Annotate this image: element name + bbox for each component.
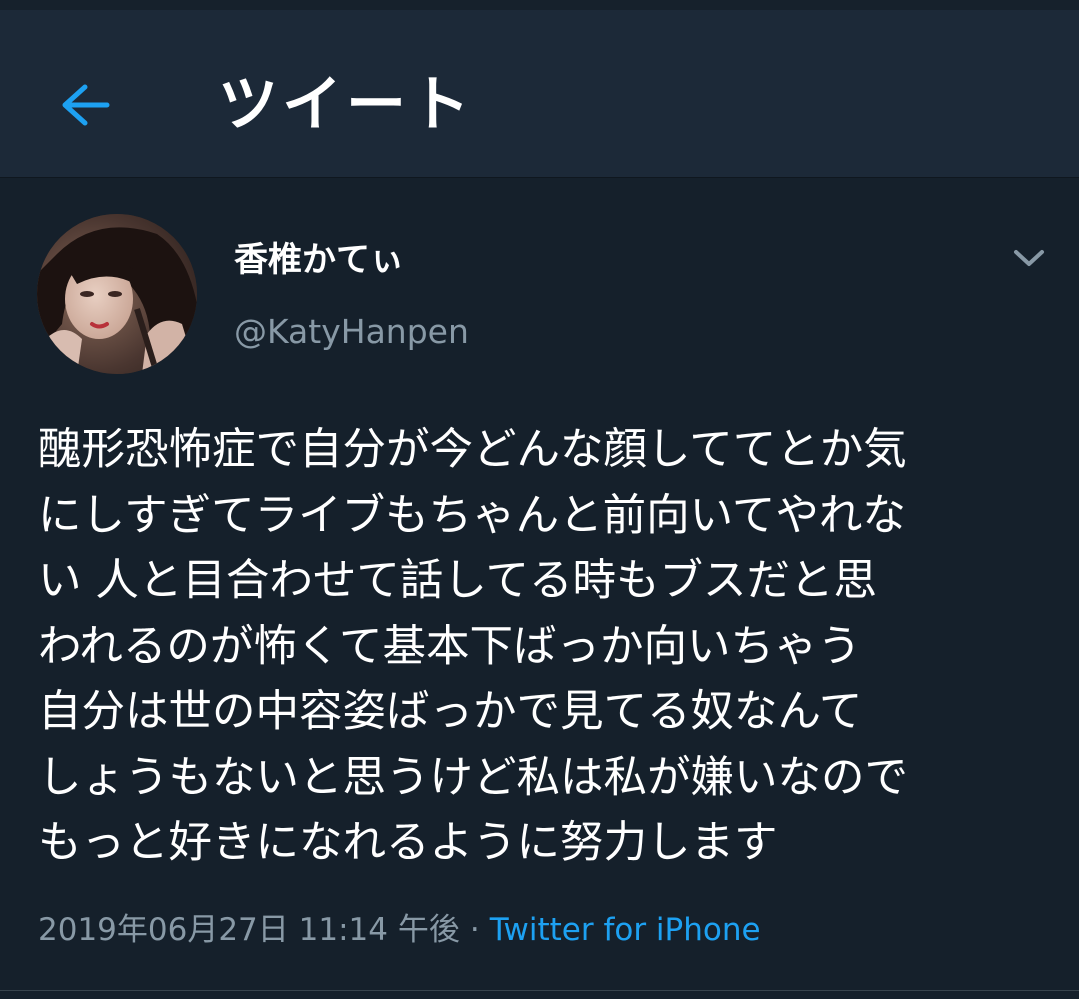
source-link[interactable]: Twitter for iPhone — [490, 912, 761, 948]
page-title: ツイート — [218, 70, 474, 140]
avatar[interactable] — [37, 214, 197, 374]
tweet-text: 醜形恐怖症で自分が今どんな顔しててとか気 にしすぎてライブもちゃんと前向いてやれ… — [38, 425, 908, 868]
timestamp[interactable]: 2019年06月27日 11:14 午後 — [38, 912, 460, 948]
top-app-bar: ツイート — [0, 0, 1079, 178]
arrow-left-icon — [62, 84, 110, 126]
user-handle[interactable]: @KatyHanpen — [234, 310, 469, 354]
display-name[interactable]: 香椎かてぃ — [234, 238, 404, 282]
divider — [0, 990, 1079, 991]
chevron-down-icon — [1014, 250, 1044, 266]
tweet-meta: 2019年06月27日 11:14 午後 · Twitter for iPhone — [38, 908, 761, 952]
profile-photo — [37, 214, 197, 374]
back-button[interactable] — [50, 70, 120, 140]
meta-separator: · — [469, 912, 480, 948]
tweet-menu-button[interactable] — [1006, 238, 1052, 278]
tweet-detail-screen: ツイート 香椎かてぃ @KatyHanpen 醜形恐怖症で自分が今どんな顔してて… — [0, 0, 1079, 999]
